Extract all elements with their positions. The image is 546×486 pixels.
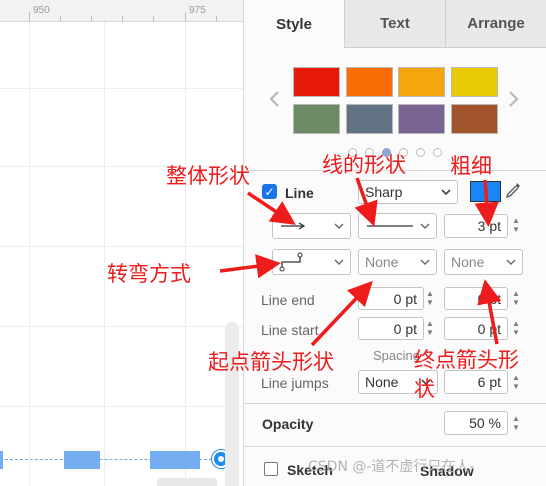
ruler-tick xyxy=(216,16,217,21)
tab-style[interactable]: Style xyxy=(244,0,344,48)
ruler-tick xyxy=(60,16,61,21)
line-style-value: Sharp xyxy=(365,184,403,200)
line-start-size-spinner[interactable]: ▲ ▼ xyxy=(424,317,436,339)
color-swatch[interactable] xyxy=(451,104,498,134)
annotation-thickness: 粗细 xyxy=(450,154,492,178)
opacity-label: Opacity xyxy=(262,416,314,432)
line-jumps-value: None xyxy=(365,374,399,390)
chevron-down-icon xyxy=(420,259,430,265)
connector-shape-select[interactable] xyxy=(272,213,351,239)
annotation-turning-style: 转弯方式 xyxy=(107,262,191,286)
ruler-label-975: 975 xyxy=(189,5,206,16)
connector-segment[interactable] xyxy=(0,451,3,469)
horizontal-ruler: 950 975 xyxy=(0,0,243,22)
color-swatch[interactable] xyxy=(451,67,498,97)
line-start-arrow-select[interactable]: None xyxy=(358,249,437,275)
annotation-start-arrow-shape: 起点箭头形状 xyxy=(208,350,334,374)
grid-line xyxy=(104,22,105,486)
sketch-checkbox[interactable] xyxy=(264,462,278,476)
line-end-spacing-input[interactable]: 0 pt xyxy=(444,287,508,310)
grid-line xyxy=(29,22,30,486)
page-dot[interactable] xyxy=(433,148,442,157)
line-end-arrow-select[interactable]: None xyxy=(444,249,523,275)
line-end-size-spinner[interactable]: ▲ ▼ xyxy=(424,287,436,309)
chevron-right-icon[interactable] xyxy=(508,90,520,108)
line-jumps-label: Line jumps xyxy=(261,375,329,391)
line-pattern-select[interactable] xyxy=(358,213,437,239)
tab-text[interactable]: Text xyxy=(344,0,445,48)
line-end-arrow-value: None xyxy=(451,254,485,270)
color-swatch[interactable] xyxy=(293,67,340,97)
chevron-down-icon xyxy=(506,259,516,265)
line-start-arrow-value: None xyxy=(365,254,399,270)
grid-line xyxy=(185,22,186,486)
connector-segment[interactable] xyxy=(150,451,200,469)
line-jumps-size-spinner[interactable]: ▲ ▼ xyxy=(510,371,522,393)
orthogonal-waypoint-icon xyxy=(279,252,303,272)
chevron-down-icon xyxy=(441,188,451,195)
line-checkbox[interactable]: ✓ xyxy=(262,184,277,199)
line-end-label: Line end xyxy=(261,292,315,308)
ruler-tick xyxy=(29,12,30,21)
grid-line xyxy=(0,246,243,247)
eyedropper-icon[interactable] xyxy=(504,181,522,201)
ruler-tick xyxy=(122,16,123,21)
color-swatch[interactable] xyxy=(398,104,445,134)
line-end-spacing-spinner[interactable]: ▲ ▼ xyxy=(510,287,522,309)
page-dot[interactable] xyxy=(416,148,425,157)
line-start-spacing-input[interactable]: 0 pt xyxy=(444,317,508,340)
solid-line-icon xyxy=(367,225,413,227)
color-swatch[interactable] xyxy=(398,67,445,97)
ruler-tick xyxy=(153,16,154,21)
waypoints-select[interactable] xyxy=(272,249,351,275)
tab-arrange[interactable]: Arrange xyxy=(445,0,546,48)
grid-line xyxy=(0,406,243,407)
ruler-label-950: 950 xyxy=(33,5,50,16)
chevron-down-icon xyxy=(420,223,430,229)
chevron-left-icon[interactable] xyxy=(268,90,280,108)
chevron-down-icon xyxy=(334,223,344,229)
section-divider xyxy=(244,446,546,447)
line-end-size-input[interactable]: 0 pt xyxy=(358,287,424,310)
format-tabs: Style Text Arrange xyxy=(244,0,546,48)
line-start-label: Line start xyxy=(261,322,319,338)
connector-segment[interactable] xyxy=(64,451,100,469)
line-width-spinner[interactable]: ▲ ▼ xyxy=(510,214,522,236)
annotation-overall-shape: 整体形状 xyxy=(166,164,250,188)
opacity-input[interactable]: 50 % xyxy=(444,411,508,435)
spacing-label: Spacing xyxy=(373,348,420,363)
color-swatch[interactable] xyxy=(293,104,340,134)
ruler-tick xyxy=(185,12,186,21)
line-start-size-input[interactable]: 0 pt xyxy=(358,317,424,340)
line-color-chip[interactable] xyxy=(470,181,501,202)
straight-connector-icon xyxy=(281,222,306,230)
horizontal-scrollbar[interactable] xyxy=(157,478,217,486)
annotation-end-arrow-shape-cont: 状 xyxy=(414,377,435,401)
annotation-end-arrow-shape: 终点箭头形 xyxy=(414,348,519,372)
opacity-spinner[interactable]: ▲ ▼ xyxy=(510,412,522,434)
grid-line xyxy=(0,326,243,327)
line-label: Line xyxy=(285,185,314,201)
color-swatch[interactable] xyxy=(346,104,393,134)
line-style-select[interactable]: Sharp xyxy=(358,180,458,204)
chevron-down-icon xyxy=(334,259,344,265)
color-swatch[interactable] xyxy=(346,67,393,97)
ruler-tick xyxy=(91,16,92,21)
format-panel: Style Text Arrange ✓ Line Sharp 3 pt ▲ ▼… xyxy=(244,0,546,486)
grid-line xyxy=(0,88,243,89)
line-start-spacing-spinner[interactable]: ▲ ▼ xyxy=(510,317,522,339)
diagram-canvas[interactable]: 950 975 xyxy=(0,0,244,486)
section-divider xyxy=(244,403,546,404)
annotation-line-shape: 线的形状 xyxy=(322,153,406,177)
csdn-watermark: CSDN @-道不虚行只在人- xyxy=(308,459,475,475)
line-width-input[interactable]: 3 pt xyxy=(444,214,508,238)
